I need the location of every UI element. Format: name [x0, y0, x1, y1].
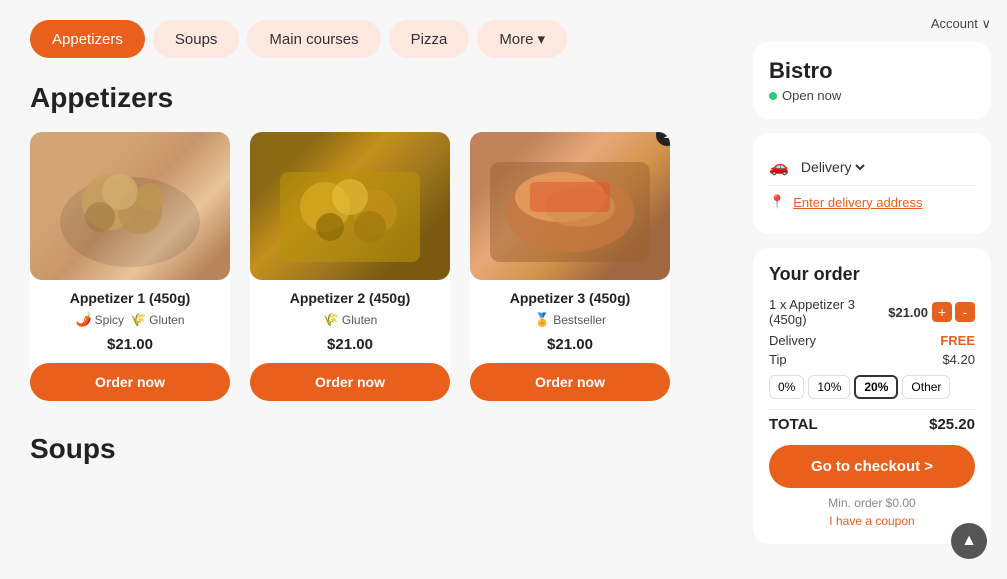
product-price-3: $21.00	[470, 336, 670, 353]
car-icon: 🚗	[769, 157, 789, 177]
category-nav: Appetizers Soups Main courses Pizza More…	[30, 20, 707, 58]
gluten-icon-2: 🌾	[323, 312, 339, 328]
order-item-price: $21.00	[888, 305, 928, 320]
product-card-1: Appetizer 1 (450g) 🌶️ Spicy 🌾 Gluten $21…	[30, 132, 230, 401]
tip-amount: $4.20	[942, 352, 975, 367]
delivery-card: 🚗 Delivery 📍 Enter delivery address	[753, 133, 991, 234]
restaurant-name: Bistro	[769, 58, 975, 84]
product-grid: Appetizer 1 (450g) 🌶️ Spicy 🌾 Gluten $21…	[30, 132, 707, 401]
tab-more[interactable]: More ▾	[477, 20, 567, 58]
tab-appetizers[interactable]: Appetizers	[30, 20, 145, 58]
address-link[interactable]: Enter delivery address	[793, 195, 922, 210]
tag-bestseller: 🏅 Bestseller	[534, 312, 606, 328]
product-image-1	[30, 132, 230, 280]
tag-spicy: 🌶️ Spicy	[75, 312, 124, 328]
product-tags-2: 🌾 Gluten	[250, 312, 450, 328]
order-card: Your order 1 x Appetizer 3 (450g) $21.00…	[753, 248, 991, 544]
main-content: Appetizers Soups Main courses Pizza More…	[0, 0, 737, 579]
open-status: Open now	[769, 88, 975, 103]
delivery-cost-row: Delivery FREE	[769, 333, 975, 348]
open-dot	[769, 92, 777, 100]
checkout-button[interactable]: Go to checkout >	[769, 445, 975, 488]
tip-label: Tip	[769, 352, 787, 367]
delivery-cost: FREE	[940, 333, 975, 348]
appetizers-heading: Appetizers	[30, 82, 707, 114]
product-price-2: $21.00	[250, 336, 450, 353]
order-item-label: 1 x Appetizer 3 (450g)	[769, 297, 888, 327]
chevron-down-icon: ▾	[538, 30, 546, 48]
address-row: 📍 Enter delivery address	[769, 186, 975, 218]
product-price-1: $21.00	[30, 336, 230, 353]
scroll-top-button[interactable]: ▲	[951, 523, 987, 559]
product-name-2: Appetizer 2 (450g)	[250, 290, 450, 306]
tip-0-button[interactable]: 0%	[769, 375, 804, 399]
product-name-3: Appetizer 3 (450g)	[470, 290, 670, 306]
total-row: TOTAL $25.20	[769, 409, 975, 433]
tag-gluten: 🌾 Gluten	[130, 312, 185, 328]
restaurant-info-card: Bistro Open now	[753, 42, 991, 119]
tip-20-button[interactable]: 20%	[854, 375, 898, 399]
soups-heading: Soups	[30, 433, 707, 465]
location-icon: 📍	[769, 194, 785, 210]
tip-10-button[interactable]: 10%	[808, 375, 850, 399]
tip-other-button[interactable]: Other	[902, 375, 950, 399]
spicy-icon: 🌶️	[75, 312, 91, 328]
order-button-3[interactable]: Order now	[470, 363, 670, 401]
coupon-link[interactable]: I have a coupon	[769, 514, 975, 528]
tip-row: Tip $4.20	[769, 352, 975, 367]
order-button-1[interactable]: Order now	[30, 363, 230, 401]
min-order-text: Min. order $0.00	[769, 496, 975, 510]
gluten-icon: 🌾	[130, 312, 146, 328]
tag-gluten-2: 🌾 Gluten	[323, 312, 378, 328]
sidebar: Account ∨ Bistro Open now 🚗 Delivery 📍 E…	[737, 0, 1007, 579]
your-order-title: Your order	[769, 264, 975, 285]
tab-soups[interactable]: Soups	[153, 20, 240, 58]
product-card-2: Appetizer 2 (450g) 🌾 Gluten $21.00 Order…	[250, 132, 450, 401]
total-label: TOTAL	[769, 416, 818, 433]
product-tags-1: 🌶️ Spicy 🌾 Gluten	[30, 312, 230, 328]
account-menu[interactable]: Account ∨	[753, 16, 991, 32]
tab-main-courses[interactable]: Main courses	[247, 20, 380, 58]
product-name-1: Appetizer 1 (450g)	[30, 290, 230, 306]
qty-minus-button[interactable]: -	[955, 302, 975, 322]
bestseller-icon: 🏅	[534, 312, 550, 328]
product-image-3: 1	[470, 132, 670, 280]
delivery-select[interactable]: Delivery	[797, 158, 868, 176]
product-card-3: 1 Appetizer 3 (450g) 🏅 Bestseller $21.00…	[470, 132, 670, 401]
order-button-2[interactable]: Order now	[250, 363, 450, 401]
total-amount: $25.20	[929, 416, 975, 433]
delivery-row: 🚗 Delivery	[769, 149, 975, 186]
qty-controls: + -	[932, 302, 975, 322]
tab-pizza[interactable]: Pizza	[389, 20, 470, 58]
product-image-2	[250, 132, 450, 280]
qty-plus-button[interactable]: +	[932, 302, 952, 322]
product-tags-3: 🏅 Bestseller	[470, 312, 670, 328]
delivery-label: Delivery	[769, 333, 816, 348]
tip-options: 0% 10% 20% Other	[769, 375, 975, 399]
order-item-line: 1 x Appetizer 3 (450g) $21.00 + -	[769, 297, 975, 327]
